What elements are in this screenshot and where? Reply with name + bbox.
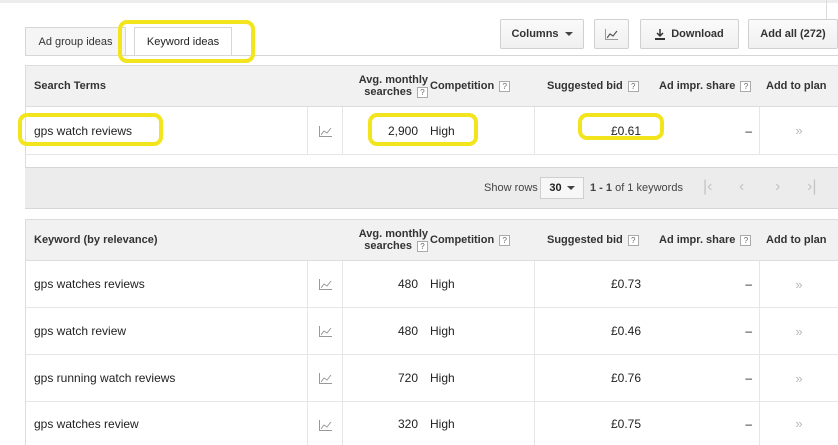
chart-toggle-button[interactable] (594, 19, 629, 49)
table-row[interactable]: gps watches review 320 High £0.75 – » (26, 402, 838, 445)
download-button[interactable]: Download (640, 19, 739, 49)
add-all-button-label: Add all (272) (760, 28, 826, 40)
help-icon[interactable]: ? (417, 241, 428, 252)
help-icon[interactable]: ? (417, 87, 428, 98)
show-rows-label: Show rows (484, 182, 538, 194)
columns-button[interactable]: Columns (500, 19, 584, 49)
highlight-search-term (18, 113, 163, 146)
col-keyword-relevance[interactable]: Keyword (by relevance) (34, 220, 158, 260)
table-row[interactable]: gps running watch reviews 720 High £0.76… (26, 355, 838, 402)
col-add-to-plan: Add to plan (766, 234, 827, 246)
keyword-ideas-table: Keyword (by relevance) Avg. monthly searc… (25, 219, 838, 445)
add-to-plan-chevron-icon[interactable]: » (759, 355, 838, 401)
chevron-down-icon (566, 186, 575, 190)
search-terms-header: Search Terms Avg. monthly searches? Compe… (26, 65, 838, 107)
pagination-bar: Show rows 30 1 - 1 of 1 keywords |‹ ‹ › … (25, 167, 838, 209)
add-to-plan-chevron-icon[interactable]: » (759, 308, 838, 354)
trend-chart-icon[interactable] (319, 420, 332, 431)
highlight-suggested-bid (578, 113, 664, 140)
first-page-icon[interactable]: |‹ (703, 178, 712, 196)
col-add-to-plan: Add to plan (766, 80, 827, 92)
ad-impr-share-value: – (745, 123, 752, 138)
rows-per-page-select[interactable]: 30 (540, 177, 584, 199)
col-avg-monthly-searches[interactable]: Avg. monthly searches? (336, 66, 428, 106)
rows-per-page-value: 30 (549, 182, 562, 194)
trend-chart-icon[interactable] (319, 326, 332, 337)
help-icon[interactable]: ? (499, 234, 511, 246)
avg-searches-value: 720 (397, 371, 418, 385)
col-avg-monthly-searches[interactable]: Avg. monthly searches? (336, 220, 428, 260)
columns-button-label: Columns (511, 28, 559, 40)
avg-searches-value: 480 (397, 277, 418, 291)
col-ad-impr-share[interactable]: Ad impr. share? (659, 66, 752, 106)
trend-chart-icon[interactable] (319, 279, 332, 290)
suggested-bid-value[interactable]: £0.75 (534, 402, 641, 445)
keyword-text[interactable]: gps watches reviews (34, 261, 145, 307)
col-search-terms: Search Terms (34, 80, 106, 92)
keyword-text[interactable]: gps watches review (34, 402, 139, 445)
keyword-ideas-header: Keyword (by relevance) Avg. monthly searc… (26, 219, 838, 261)
trend-chart-icon[interactable] (319, 126, 332, 137)
add-to-plan-chevron-icon[interactable]: » (759, 261, 838, 307)
competition-value: High (430, 371, 455, 385)
col-competition[interactable]: Competition? (430, 66, 511, 106)
keyword-text[interactable]: gps watch review (34, 308, 126, 354)
chevron-down-icon (564, 32, 573, 36)
suggested-bid-value[interactable]: £0.46 (534, 308, 641, 354)
help-icon[interactable]: ? (627, 234, 639, 246)
next-page-icon[interactable]: › (775, 178, 780, 196)
download-icon (655, 28, 666, 40)
avg-searches-value: 480 (397, 324, 418, 338)
line-chart-icon (605, 28, 618, 40)
col-competition[interactable]: Competition? (430, 220, 511, 260)
download-button-label: Download (671, 28, 724, 40)
tab-ad-group-ideas-label: Ad group ideas (38, 35, 113, 48)
add-all-button[interactable]: Add all (272) (748, 19, 838, 49)
ad-impr-share-value: – (745, 416, 752, 431)
col-suggested-bid[interactable]: Suggested bid? (547, 220, 639, 260)
tab-ad-group-ideas[interactable]: Ad group ideas (25, 27, 126, 56)
table-row[interactable]: gps watch review 480 High £0.46 – » (26, 308, 838, 355)
suggested-bid-value[interactable]: £0.73 (534, 261, 641, 307)
page-range: 1 - 1 of 1 keywords (590, 168, 683, 208)
trend-chart-icon[interactable] (319, 373, 332, 384)
ad-impr-share-value: – (745, 324, 752, 338)
ad-impr-share-value: – (745, 277, 752, 291)
col-suggested-bid[interactable]: Suggested bid? (547, 66, 639, 106)
suggested-bid-value[interactable]: £0.76 (534, 355, 641, 401)
table-row[interactable]: gps watches reviews 480 High £0.73 – » (26, 261, 838, 308)
help-icon[interactable]: ? (740, 234, 752, 246)
competition-value: High (430, 416, 455, 431)
highlight-searches-competition (368, 113, 478, 146)
prev-page-icon[interactable]: ‹ (739, 178, 744, 196)
top-border (0, 0, 838, 3)
highlight-keyword-ideas-tab (118, 20, 255, 63)
help-icon[interactable]: ? (740, 80, 752, 92)
ad-impr-share-value: – (745, 371, 752, 385)
competition-value: High (430, 324, 455, 338)
page-range-value: 1 - 1 (590, 182, 613, 194)
competition-value: High (430, 277, 455, 291)
add-to-plan-chevron-icon[interactable]: » (759, 402, 838, 445)
keyword-text[interactable]: gps running watch reviews (34, 355, 175, 401)
avg-searches-value: 320 (397, 416, 418, 431)
help-icon[interactable]: ? (627, 80, 639, 92)
col-ad-impr-share[interactable]: Ad impr. share? (659, 220, 752, 260)
help-icon[interactable]: ? (499, 80, 511, 92)
last-page-icon[interactable]: ›| (807, 178, 816, 196)
add-to-plan-chevron-icon[interactable]: » (759, 107, 838, 154)
page-range-total: of 1 keywords (615, 182, 683, 194)
